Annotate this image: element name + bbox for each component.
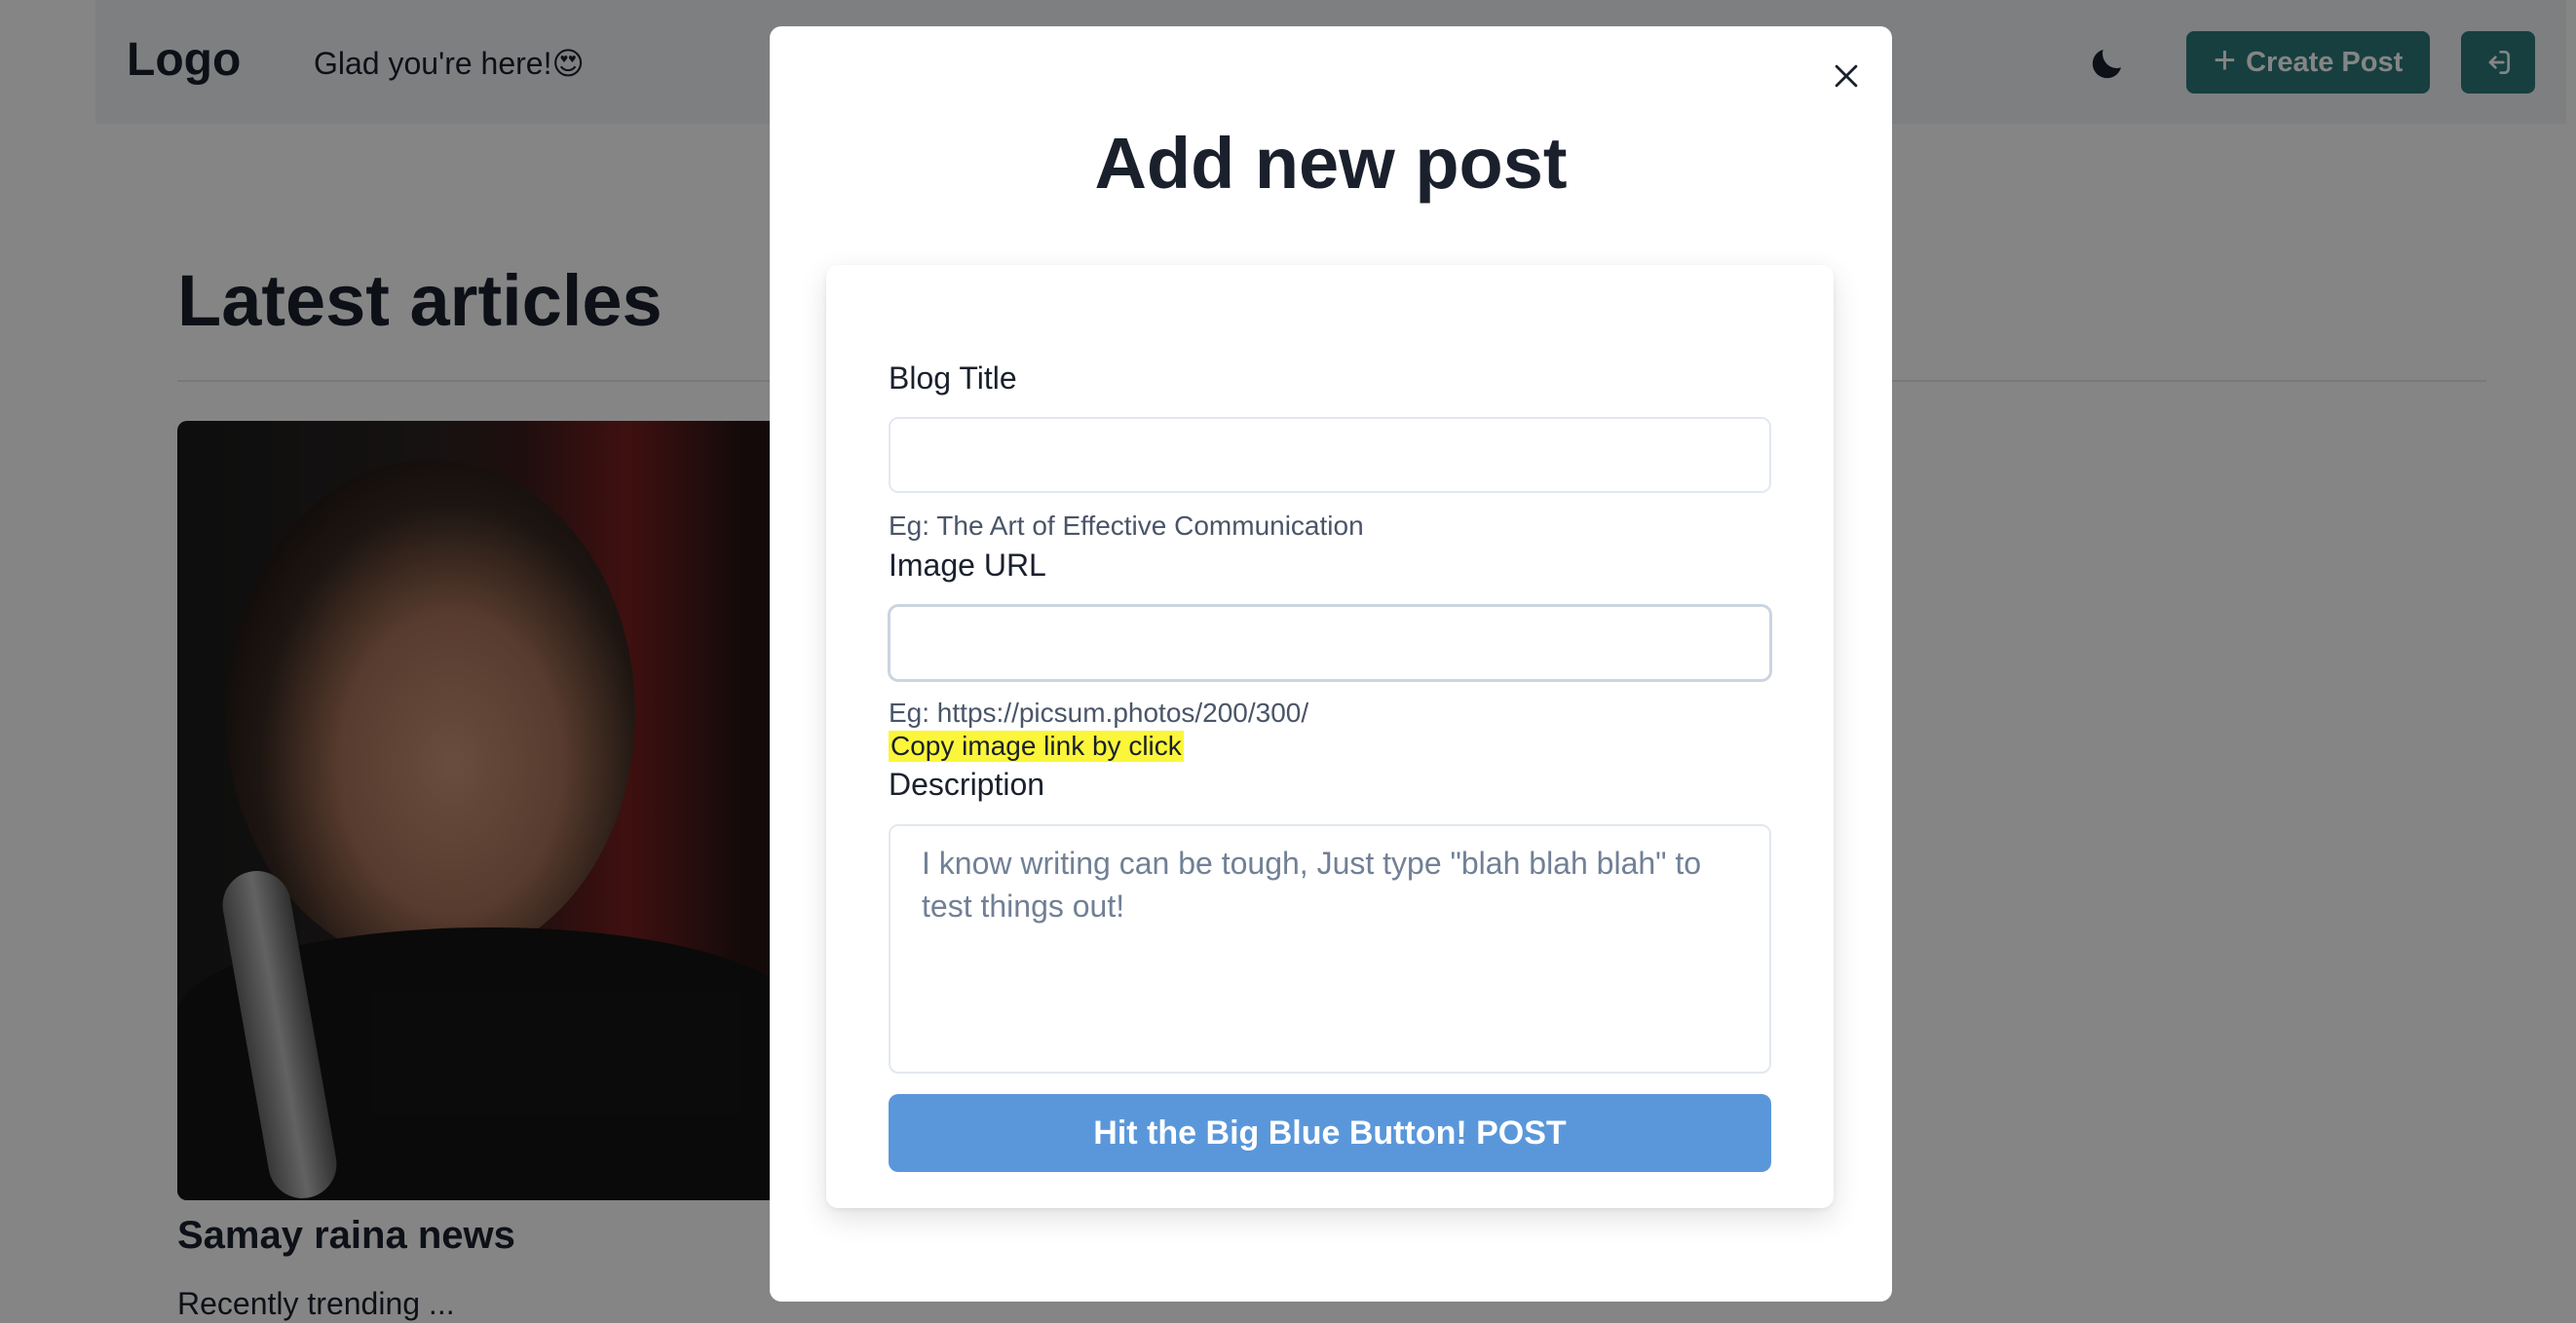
description-label: Description [889, 767, 1045, 802]
blog-title-hint: Eg: The Art of Effective Communication [889, 510, 1364, 541]
blog-title-label: Blog Title [889, 360, 1017, 396]
close-icon [1835, 64, 1858, 88]
copy-image-link[interactable]: Copy image link by click [889, 731, 1184, 762]
post-button[interactable]: Hit the Big Blue Button! POST [889, 1094, 1771, 1172]
image-url-input[interactable] [889, 605, 1771, 681]
close-button[interactable] [1822, 52, 1871, 100]
modal-title: Add new post [1094, 123, 1568, 204]
image-url-label: Image URL [889, 548, 1046, 583]
add-post-modal: Add new post Blog Title Eg: The Art of E… [770, 26, 1892, 1302]
image-url-hint: Eg: https://picsum.photos/200/300/ [889, 698, 1309, 728]
description-textarea[interactable] [889, 824, 1771, 1074]
blog-title-input[interactable] [889, 417, 1771, 493]
post-form: Blog Title Eg: The Art of Effective Comm… [826, 265, 1834, 1208]
